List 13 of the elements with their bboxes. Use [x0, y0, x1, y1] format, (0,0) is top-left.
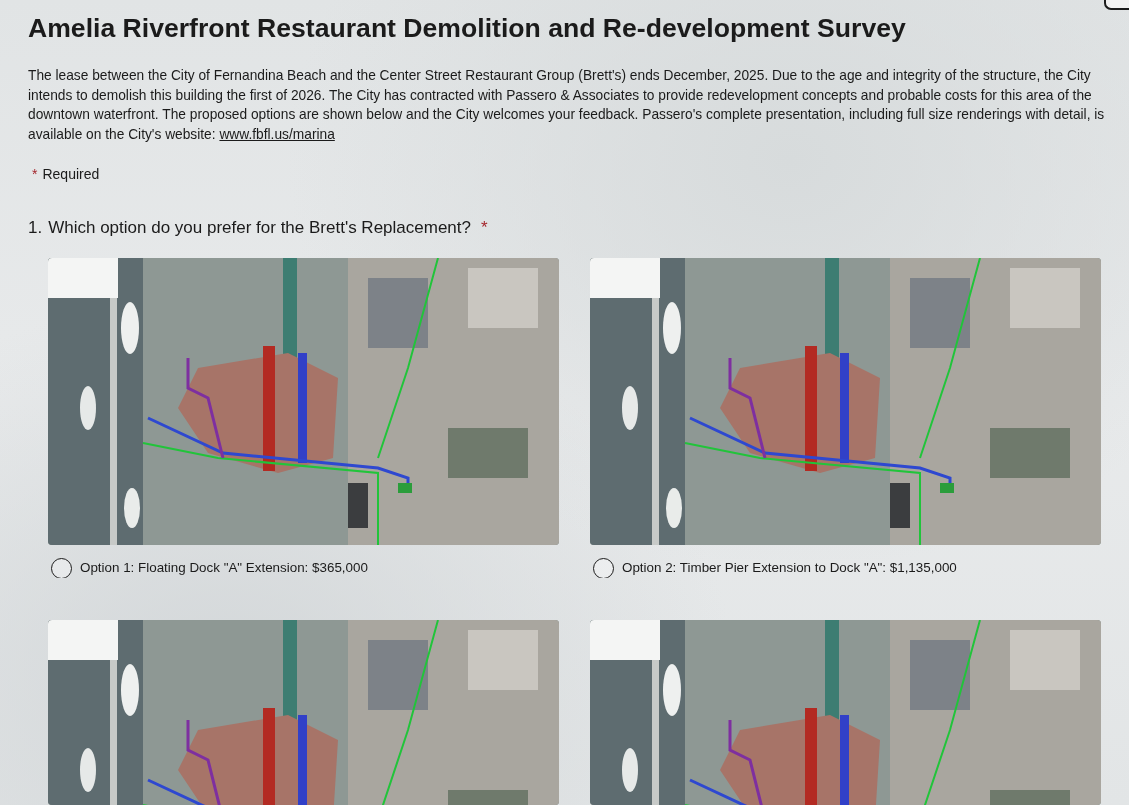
- radio-button[interactable]: [593, 557, 614, 578]
- radio-button[interactable]: [51, 557, 72, 578]
- survey-description: The lease between the City of Fernandina Beach and the Center Street Restaurant Group (Brett's) ends December, 2025. Due to the age and integrity of the structure, the City intends to demolish this building the first of 2026. The City has contracted with Passero & Associates to provide redevelopment concepts and probable costs for this area of the downtown waterfront. The proposed options are shown below and the City welcomes your feedback. Passero's complete presentation, including full size renderings with detail, is available on the City's website: www.fbfl.us/marina: [28, 67, 1106, 144]
- survey-title: Amelia Riverfront Restaurant Demolition and Re-development Survey: [28, 12, 907, 45]
- option-label[interactable]: Option 2: Timber Pier Extension to Dock "A": $1,135,000: [622, 558, 957, 578]
- question-text: Which option do you prefer for the Brett's Replacement?: [48, 217, 471, 239]
- required-note: Required: [42, 165, 100, 184]
- partial-button[interactable]: [1104, 0, 1129, 10]
- question-number: 1.: [28, 217, 43, 239]
- required-asterisk: *: [481, 217, 488, 239]
- website-link[interactable]: www.fbfl.us/marina: [219, 126, 335, 142]
- option-label[interactable]: Option 1: Floating Dock "A" Extension: $365,000: [80, 558, 368, 578]
- required-asterisk: *: [32, 165, 38, 184]
